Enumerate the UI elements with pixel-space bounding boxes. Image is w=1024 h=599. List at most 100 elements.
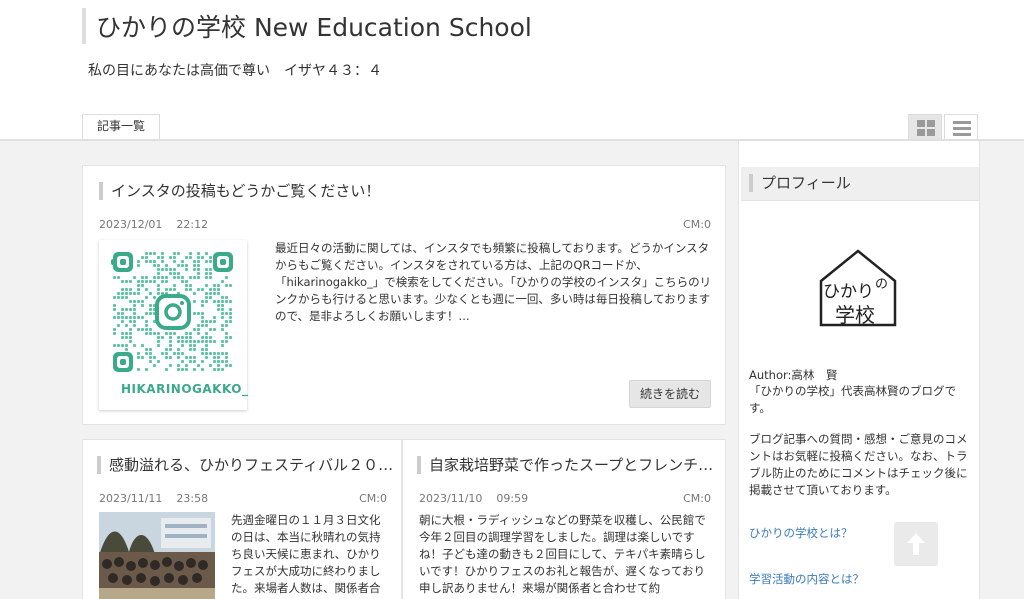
qr-dot (121, 344, 124, 347)
comment-count[interactable]: CM:0 (359, 492, 387, 505)
qr-dot (197, 340, 200, 343)
qr-dot (149, 328, 152, 331)
qr-dot (197, 264, 200, 267)
post-card: 感動溢れる、ひかりフェスティバル２０… 2023/11/11 23:58 CM:… (82, 439, 402, 599)
qr-dot (129, 332, 132, 335)
qr-dot (193, 300, 196, 303)
qr-dot (197, 328, 200, 331)
qr-dot (193, 276, 196, 279)
qr-dot (161, 276, 164, 279)
sidebar-title: プロフィール (749, 174, 851, 192)
qr-dot (157, 336, 160, 339)
qr-dot (149, 356, 152, 359)
qr-dot (133, 316, 136, 319)
list-view-icon (953, 121, 971, 136)
qr-dot (137, 288, 140, 291)
qr-dot (221, 296, 224, 299)
post-excerpt: 先週金曜日の１１月３日文化の日は、本当に秋晴れの気持ち良い天候に恵まれ、ひかりフ… (231, 513, 381, 595)
qr-dot (113, 316, 116, 319)
qr-dot (137, 356, 140, 359)
qr-dot (169, 364, 172, 367)
qr-dot (181, 352, 184, 355)
qr-dot (205, 320, 208, 323)
qr-dot (133, 320, 136, 323)
qr-dot (137, 352, 140, 355)
qr-dot (205, 296, 208, 299)
qr-dot (121, 296, 124, 299)
comment-count[interactable]: CM:0 (683, 218, 711, 231)
qr-dot (181, 360, 184, 363)
qr-dot (161, 268, 164, 271)
qr-dot (169, 348, 172, 351)
qr-dot (157, 284, 160, 287)
qr-dot (177, 364, 180, 367)
qr-dot (157, 292, 160, 295)
qr-dot (137, 284, 140, 287)
qr-dot (177, 368, 180, 371)
qr-code-image[interactable]: HIKARINOGAKKO_ (99, 240, 248, 410)
qr-dot (225, 364, 228, 367)
qr-dot (205, 276, 208, 279)
qr-dot (121, 292, 124, 295)
qr-dot (229, 308, 232, 311)
qr-dot (181, 340, 184, 343)
qr-dot (149, 332, 152, 335)
qr-dot (205, 348, 208, 351)
qr-dot (149, 260, 152, 263)
tab-article-list[interactable]: 記事一覧 (82, 114, 160, 140)
qr-dot (125, 288, 128, 291)
qr-dot (153, 296, 156, 299)
author-name: Author:高林 賢 (749, 368, 838, 382)
qr-dot (229, 284, 232, 287)
qr-dot (213, 300, 216, 303)
site-title[interactable]: ひかりの学校 New Education School (82, 8, 532, 44)
qr-dot (225, 296, 228, 299)
qr-dot (209, 352, 212, 355)
link-about-school[interactable]: ひかりの学校とは？ (749, 525, 853, 541)
qr-dot (125, 296, 128, 299)
qr-dot (173, 260, 176, 263)
qr-dot (217, 284, 220, 287)
link-learning-activities[interactable]: 学習活動の内容とは？ (749, 571, 864, 587)
qr-dot (217, 360, 220, 363)
post-title[interactable]: インスタの投稿もどうかご覧ください！ (99, 182, 699, 200)
list-view-button[interactable] (944, 114, 978, 140)
qr-dot (113, 276, 116, 279)
post-title[interactable]: 感動溢れる、ひかりフェスティバル２０… (97, 456, 395, 474)
qr-dot (185, 256, 188, 259)
qr-dot (149, 292, 152, 295)
scroll-to-top-button[interactable] (894, 522, 938, 566)
qr-dot (165, 348, 168, 351)
qr-dot (153, 356, 156, 359)
qr-dot (225, 300, 228, 303)
qr-dot (125, 308, 128, 311)
qr-dot (201, 300, 204, 303)
grid-view-button[interactable] (908, 114, 942, 140)
festival-photo-icon (99, 512, 215, 599)
qr-dot (129, 328, 132, 331)
post-title[interactable]: 自家栽培野菜で作ったスープとフレンチ… (417, 456, 719, 474)
qr-dot (129, 292, 132, 295)
qr-dot (141, 276, 144, 279)
qr-dot (177, 272, 180, 275)
qr-dot (173, 284, 176, 287)
qr-dot (189, 284, 192, 287)
qr-dot (221, 308, 224, 311)
qr-dot (193, 348, 196, 351)
comment-count[interactable]: CM:0 (683, 492, 711, 505)
qr-dot (117, 316, 120, 319)
post-thumbnail[interactable] (99, 512, 215, 599)
qr-dot (157, 344, 160, 347)
qr-dot (129, 336, 132, 339)
post-excerpt: 朝に大根・ラディッシュなどの野菜を収穫し、公民館で今年２回目の調理学習をしました… (419, 513, 706, 595)
read-more-button[interactable]: 続きを読む (629, 380, 711, 408)
qr-dot (145, 324, 148, 327)
qr-dot (157, 276, 160, 279)
qr-dot (149, 348, 152, 351)
qr-dot (133, 292, 136, 295)
qr-dot (153, 332, 156, 335)
qr-dot (173, 288, 176, 291)
qr-dot (225, 324, 228, 327)
qr-dot (125, 336, 128, 339)
main-column: インスタの投稿もどうかご覧ください！ 2023/12/01 22:12 CM:0… (82, 141, 726, 599)
